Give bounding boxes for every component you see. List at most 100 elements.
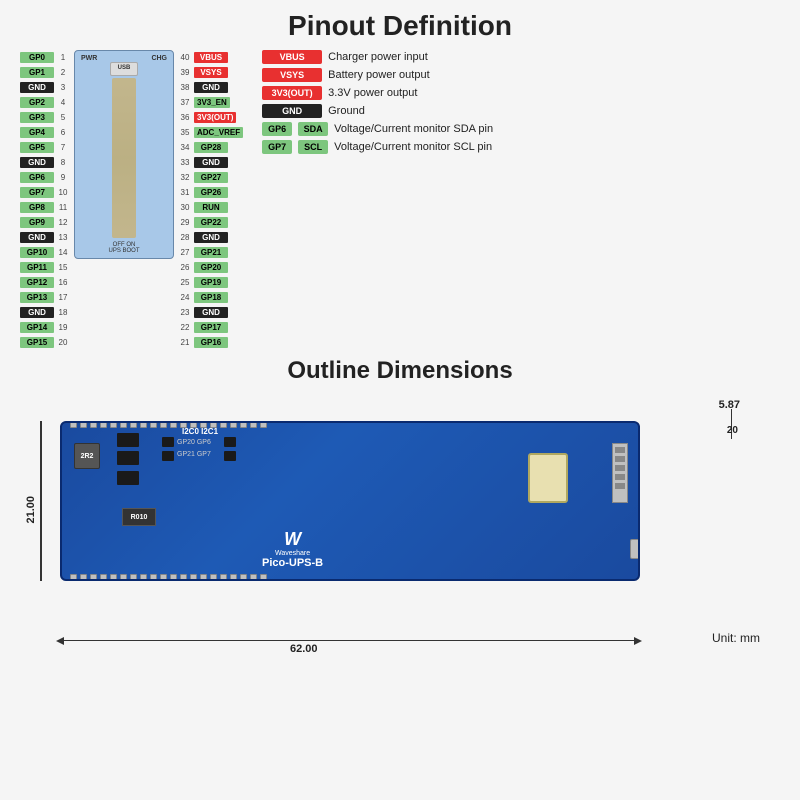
left-pin-row: GP1216 [20, 275, 70, 289]
legend-3v3: 3V3(OUT) 3.3V power output [262, 86, 780, 100]
left-pin-row: GP1115 [20, 260, 70, 274]
board-top-labels: PWR CHG [77, 55, 171, 62]
right-pin-row: 26GP20 [178, 260, 228, 274]
right-pin-row: 34GP28 [178, 140, 228, 154]
pin-label: 3V3_EN [194, 97, 230, 108]
pin-label: GP21 [194, 247, 228, 258]
pin-number: 37 [178, 98, 192, 107]
right-pin-row: 373V3_EN [178, 95, 230, 109]
left-pin-row: GP12 [20, 65, 70, 79]
pin [170, 574, 177, 581]
right-pin-row: 28GND [178, 230, 228, 244]
pin [180, 574, 187, 581]
pinout-title: Pinout Definition [288, 10, 512, 42]
left-pin-row: GP912 [20, 215, 70, 229]
small-chip3 [224, 437, 236, 447]
pin-number: 13 [56, 233, 70, 242]
pin-label: GND [194, 82, 228, 93]
legend-gnd: GND Ground [262, 104, 780, 118]
pin-number: 22 [178, 323, 192, 332]
pin-number: 29 [178, 218, 192, 227]
legend-chip-gp7: GP7 [262, 140, 292, 154]
pin-number: 31 [178, 188, 192, 197]
unit-label: Unit: mm [712, 631, 760, 645]
pin-label: GP14 [20, 322, 54, 333]
pin [120, 421, 127, 428]
dim-5-87: 5.87 [719, 399, 740, 411]
brand-area: W Waveshare Pico-UPS-B [262, 529, 323, 569]
pin-number: 19 [56, 323, 70, 332]
pin-label: GP3 [20, 112, 54, 123]
ws-logo: W [284, 529, 301, 550]
right-pin-row: 31GP26 [178, 185, 228, 199]
pin-label: GP18 [194, 292, 228, 303]
legend-chip-sda: SDA [298, 122, 328, 136]
left-pin-row: GP811 [20, 200, 70, 214]
left-pin-row: GP57 [20, 140, 70, 154]
right-pin-row: 32GP27 [178, 170, 228, 184]
header-pin [615, 465, 625, 471]
pin-label: VBUS [194, 52, 228, 63]
top-pins [70, 421, 267, 428]
pin-label: GND [20, 82, 54, 93]
pin [250, 421, 257, 428]
pin-label: GND [20, 157, 54, 168]
right-pin-row: 25GP19 [178, 275, 228, 289]
pin-number: 18 [56, 308, 70, 317]
pin-label: GP17 [194, 322, 228, 333]
bottom-pins [70, 574, 267, 581]
right-pin-row: 30RUN [178, 200, 228, 214]
small-chip2 [162, 451, 174, 461]
pin-number: 5 [56, 113, 70, 122]
pin-label: GP28 [194, 142, 228, 153]
left-pin-row: GP1419 [20, 320, 70, 334]
pin [170, 421, 177, 428]
small-chip4 [224, 451, 236, 461]
pin-label: GP7 [20, 187, 54, 198]
pin-number: 9 [56, 173, 70, 182]
pin [70, 574, 77, 581]
chip2 [117, 451, 139, 465]
pin [250, 574, 257, 581]
pin-number: 15 [56, 263, 70, 272]
pin [260, 421, 267, 428]
pin [90, 421, 97, 428]
pin-number: 11 [56, 203, 70, 212]
pinout-area: GP01GP12GND3GP24GP35GP46GP57GND8GP69GP71… [20, 50, 780, 349]
pin-label: GP2 [20, 97, 54, 108]
legend-sda: GP6 SDA Voltage/Current monitor SDA pin [262, 122, 780, 136]
pcb-trace [112, 78, 136, 238]
left-pin-row: GP24 [20, 95, 70, 109]
left-pin-table: GP01GP12GND3GP24GP35GP46GP57GND8GP69GP71… [20, 50, 70, 349]
legend-chip-gp6: GP6 [262, 122, 292, 136]
left-pin-row: GND8 [20, 155, 70, 169]
pwr-label: PWR [81, 55, 97, 62]
legend-desc-3v3: 3.3V power output [328, 87, 417, 99]
legend-desc-scl: Voltage/Current monitor SCL pin [334, 141, 492, 153]
legend-chip-vsys: VSYS [262, 68, 322, 82]
chip1 [117, 433, 139, 447]
pin [80, 574, 87, 581]
legend-scl: GP7 SCL Voltage/Current monitor SCL pin [262, 140, 780, 154]
legend-desc-vsys: Battery power output [328, 69, 430, 81]
pin-label: GP13 [20, 292, 54, 303]
pin-label: GP0 [20, 52, 54, 63]
ups-boot-label: UPS BOOT [108, 248, 139, 254]
pin-number: 35 [178, 128, 192, 137]
pin [90, 574, 97, 581]
header-pin [615, 456, 625, 462]
pin [150, 574, 157, 581]
pin-label: 3V3(OUT) [194, 112, 236, 123]
pin-number: 39 [178, 68, 192, 77]
left-pin-row: GND18 [20, 305, 70, 319]
header-connector [612, 443, 628, 503]
header-pin [615, 447, 625, 453]
pin [220, 574, 227, 581]
dim-21: 21.00 [25, 496, 37, 524]
pin-label: GP11 [20, 262, 54, 273]
header-pin [615, 483, 625, 489]
page-container: Pinout Definition GP01GP12GND3GP24GP35GP… [0, 0, 800, 800]
left-pin-row: GP1014 [20, 245, 70, 259]
pin-label: GND [194, 157, 228, 168]
pin [130, 574, 137, 581]
